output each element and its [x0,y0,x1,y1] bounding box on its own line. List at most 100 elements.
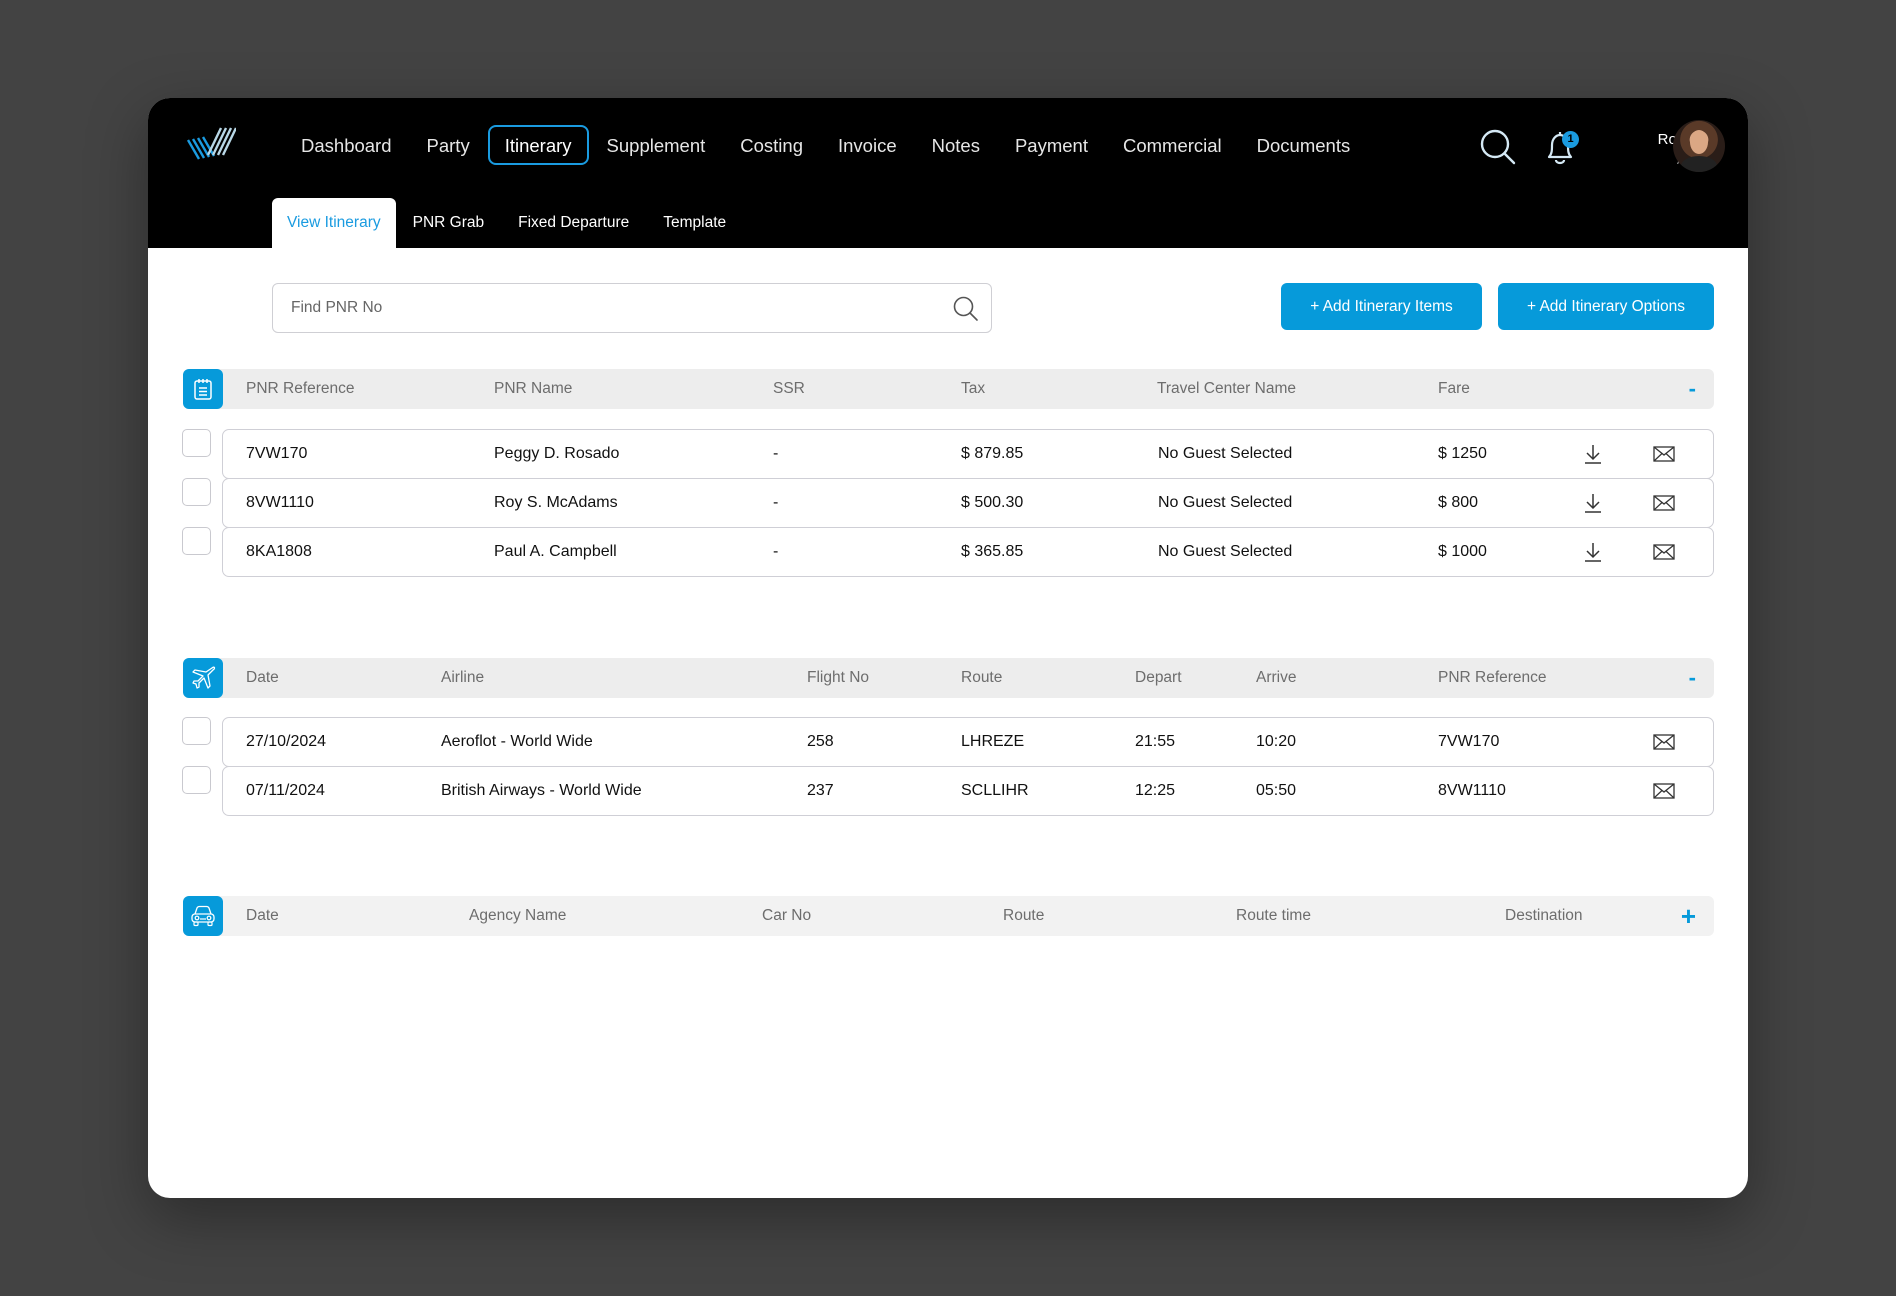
tab-pnr-grab[interactable]: PNR Grab [396,198,502,248]
table-row[interactable]: 27/10/2024 Aeroflot - World Wide 258 LHR… [222,717,1714,767]
col-arrive: Arrive [1256,669,1297,686]
top-header: Dashboard Party Itinerary Supplement Cos… [148,98,1748,248]
cell-tax: $ 365.85 [961,543,1024,560]
nav-party[interactable]: Party [410,125,487,165]
col-flight-no: Flight No [807,669,870,686]
cell-arrive: 10:20 [1256,733,1297,750]
pnr-search-input[interactable] [291,284,931,332]
col-destination: Destination [1505,907,1583,924]
cell-travel-center: No Guest Selected [1158,543,1293,560]
col-pnr-reference: PNR Reference [246,380,355,397]
collapse-flight-table-button[interactable]: - [1689,658,1696,698]
col-airline: Airline [441,669,485,686]
col-route: Route [961,669,1003,686]
cell-pnr-reference: 7VW170 [246,445,308,462]
nav-costing[interactable]: Costing [723,125,820,165]
brand-logo-icon [186,127,236,160]
pnr-table-header: PNR Reference PNR Name SSR Tax Travel Ce… [183,369,1714,409]
cell-tax: $ 500.30 [961,494,1024,511]
col-travel-center-name: Travel Center Name [1157,380,1296,397]
mail-icon[interactable] [1653,541,1675,563]
nav-commercial[interactable]: Commercial [1106,125,1239,165]
pnr-search-field[interactable] [272,283,992,333]
nav-documents[interactable]: Documents [1240,125,1368,165]
expand-car-table-button[interactable]: + [1681,896,1696,936]
download-icon[interactable] [1582,541,1604,563]
nav-dashboard[interactable]: Dashboard [284,125,409,165]
col-tax: Tax [961,380,986,397]
search-icon[interactable] [952,295,979,322]
col-route-time: Route time [1236,907,1311,924]
notepad-icon [183,369,223,409]
nav-supplement[interactable]: Supplement [590,125,723,165]
flight-table-header: Date Airline Flight No Route Depart Arri… [183,658,1714,698]
cell-fare: $ 1250 [1438,445,1487,462]
add-itinerary-options-button[interactable]: + Add Itinerary Options [1498,283,1714,330]
nav-notes[interactable]: Notes [915,125,997,165]
col-pnr-reference: PNR Reference [1438,669,1547,686]
cell-ssr: - [773,494,779,511]
col-depart: Depart [1135,669,1182,686]
car-icon [183,896,223,936]
cell-fare: $ 1000 [1438,543,1487,560]
avatar[interactable] [1673,120,1725,172]
row-checkbox[interactable] [182,478,211,506]
col-agency-name: Agency Name [469,907,567,924]
app-window: Dashboard Party Itinerary Supplement Cos… [148,98,1748,1198]
cell-depart: 12:25 [1135,782,1176,799]
row-checkbox[interactable] [182,429,211,457]
cell-date: 27/10/2024 [246,733,327,750]
cell-airline: British Airways - World Wide [441,782,642,799]
tab-template[interactable]: Template [646,198,743,248]
table-row[interactable]: 07/11/2024 British Airways - World Wide … [222,766,1714,816]
row-checkbox[interactable] [182,717,211,745]
row-checkbox[interactable] [182,527,211,555]
table-row[interactable]: 8VW1110 Roy S. McAdams - $ 500.30 No Gue… [222,478,1714,528]
cell-travel-center: No Guest Selected [1158,494,1293,511]
avatar-body [1681,156,1717,172]
main-nav: Dashboard Party Itinerary Supplement Cos… [284,125,1368,165]
mail-icon[interactable] [1653,443,1675,465]
cell-route: LHREZE [961,733,1025,750]
col-fare: Fare [1438,380,1470,397]
nav-invoice[interactable]: Invoice [821,125,914,165]
nav-itinerary[interactable]: Itinerary [487,125,589,165]
cell-date: 07/11/2024 [246,782,325,799]
mail-icon[interactable] [1653,731,1675,753]
table-row[interactable]: 8KA1808 Paul A. Campbell - $ 365.85 No G… [222,527,1714,577]
col-pnr-name: PNR Name [494,380,573,397]
mail-icon[interactable] [1653,492,1675,514]
download-icon[interactable] [1582,443,1604,465]
notification-badge: 1 [1562,131,1579,148]
cell-pnr-reference: 8VW1110 [1438,782,1506,799]
cell-fare: $ 800 [1438,494,1479,511]
cell-arrive: 05:50 [1256,782,1297,799]
search-icon[interactable] [1479,128,1517,166]
table-row[interactable]: 7VW170 Peggy D. Rosado - $ 879.85 No Gue… [222,429,1714,479]
cell-travel-center: No Guest Selected [1158,445,1293,462]
download-icon[interactable] [1582,492,1604,514]
airplane-icon [183,658,223,698]
collapse-pnr-table-button[interactable]: - [1689,369,1696,409]
tab-fixed-departure[interactable]: Fixed Departure [501,198,646,248]
cell-tax: $ 879.85 [961,445,1024,462]
cell-pnr-reference: 8VW1110 [246,494,314,511]
cell-airline: Aeroflot - World Wide [441,733,593,750]
col-route: Route [1003,907,1045,924]
col-car-no: Car No [762,907,812,924]
cell-depart: 21:55 [1135,733,1176,750]
car-table-header: Date Agency Name Car No Route Route time… [183,896,1714,936]
cell-pnr-reference: 7VW170 [1438,733,1500,750]
add-itinerary-items-button[interactable]: + Add Itinerary Items [1281,283,1482,330]
cell-route: SCLLIHR [961,782,1029,799]
cell-ssr: - [773,543,779,560]
cell-pnr-name: Paul A. Campbell [494,543,617,560]
col-date: Date [246,907,279,924]
row-checkbox[interactable] [182,766,211,794]
tab-view-itinerary[interactable]: View Itinerary [272,198,396,248]
cell-flight-no: 237 [807,782,834,799]
col-ssr: SSR [773,380,805,397]
nav-payment[interactable]: Payment [998,125,1105,165]
mail-icon[interactable] [1653,780,1675,802]
sub-tabs: View Itinerary PNR Grab Fixed Departure … [272,198,743,248]
